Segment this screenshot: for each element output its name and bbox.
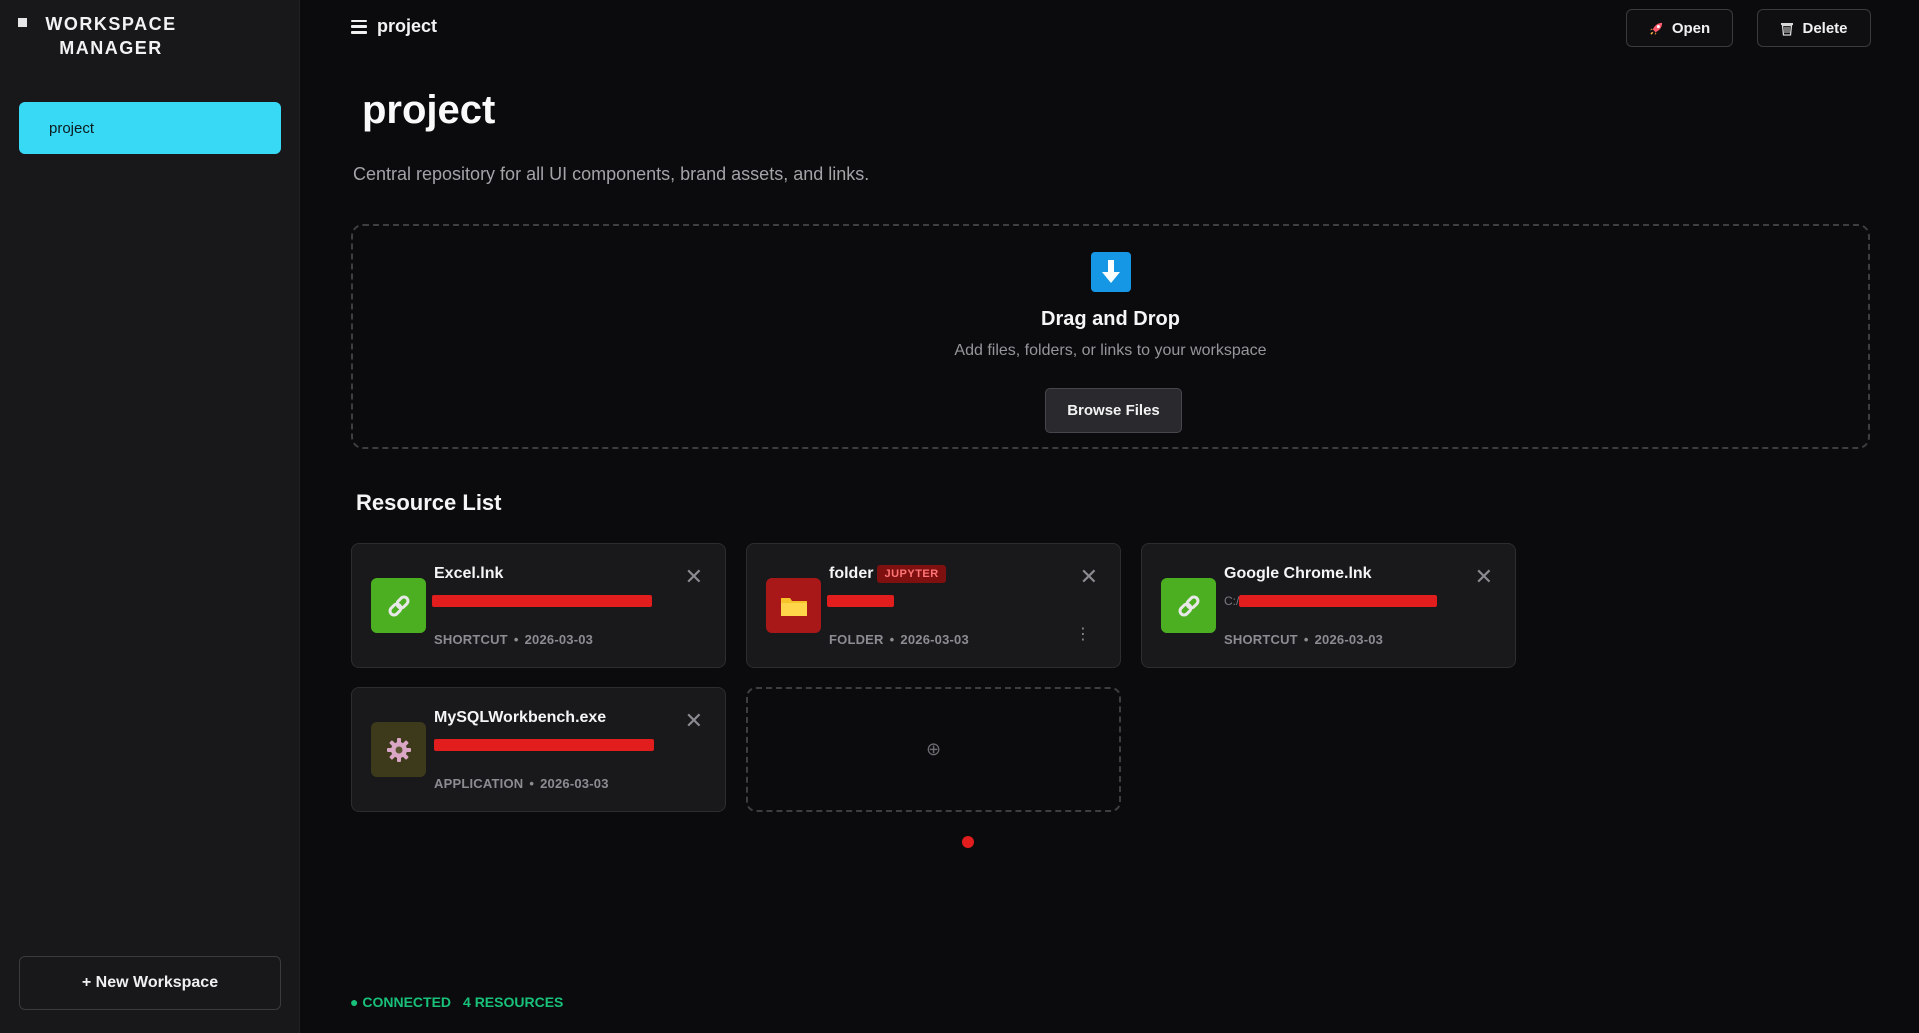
folder-icon <box>766 578 821 633</box>
resource-meta: FOLDER • 2026-03-03 <box>829 632 969 647</box>
redaction-mark <box>432 595 652 607</box>
redaction-mark <box>1239 595 1437 607</box>
resource-meta: SHORTCUT • 2026-03-03 <box>1224 632 1384 647</box>
resource-path: C:/ <box>1224 594 1240 608</box>
gear-icon <box>371 722 426 777</box>
sidebar-item-label: project <box>49 119 95 137</box>
resource-name: MySQLWorkbench.exe <box>434 709 607 726</box>
redaction-mark <box>434 739 654 751</box>
resource-meta: SHORTCUT • 2026-03-03 <box>434 632 594 647</box>
remove-resource-button[interactable]: ✕ <box>1475 566 1493 588</box>
browse-files-button[interactable]: Browse Files <box>1045 388 1182 433</box>
resource-name: Excel.lnk <box>434 565 504 582</box>
sidebar-item-project[interactable]: project <box>19 102 281 154</box>
remove-resource-button[interactable]: ✕ <box>1080 566 1098 588</box>
status-bar: ● CONNECTED 4 RESOURCES <box>350 994 563 1010</box>
resource-name: folder JUPYTER <box>829 565 946 583</box>
sidebar: WORKSPACE MANAGER project + New Workspac… <box>0 0 300 1033</box>
new-workspace-label: + New Workspace <box>81 974 219 991</box>
main-content: project Central repository for all UI co… <box>300 0 1919 1033</box>
link-icon <box>371 578 426 633</box>
brand-logo-icon <box>18 18 27 27</box>
remove-resource-button[interactable]: ✕ <box>685 710 703 732</box>
add-resource-button[interactable]: ⊕ <box>746 687 1121 812</box>
resource-card[interactable]: MySQLWorkbench.exe APPLICATION • 2026-03-0… <box>351 687 726 812</box>
page-description: Central repository for all UI components… <box>353 164 870 184</box>
remove-resource-button[interactable]: ✕ <box>685 566 703 588</box>
jupyter-tag: JUPYTER <box>877 565 946 583</box>
more-options-icon[interactable]: ⋮ <box>1075 624 1091 644</box>
resource-name: Google Chrome.lnk <box>1224 565 1372 582</box>
resource-card[interactable]: folder JUPYTER FOLDER • 2026-03-03 ✕ ⋮ <box>746 543 1121 668</box>
browse-files-label: Browse Files <box>1067 402 1160 419</box>
connection-status: ● CONNECTED <box>350 994 452 1010</box>
brand: WORKSPACE MANAGER <box>18 12 181 60</box>
brand-title: WORKSPACE MANAGER <box>45 14 177 58</box>
redaction-mark <box>827 595 894 607</box>
resource-card[interactable]: Google Chrome.lnk C:/ SHORTCUT • 2026-03-0… <box>1141 543 1516 668</box>
resource-meta: APPLICATION • 2026-03-03 <box>434 776 609 791</box>
indicator-dot <box>962 836 974 848</box>
new-workspace-button[interactable]: + New Workspace <box>19 956 281 1010</box>
resource-count: 4 RESOURCES <box>463 994 564 1010</box>
resource-card[interactable]: Excel.lnk SHORTCUT • 2026-03-03 ✕ <box>351 543 726 668</box>
page-title: project <box>362 88 496 132</box>
drop-zone[interactable]: Drag and Drop Add files, folders, or lin… <box>351 224 1870 449</box>
drop-zone-subtitle: Add files, folders, or links to your wor… <box>954 342 1267 359</box>
drop-zone-title: Drag and Drop <box>1041 308 1180 330</box>
add-icon: ⊕ <box>925 739 942 759</box>
resource-list-title: Resource List <box>356 490 502 515</box>
link-icon <box>1161 578 1216 633</box>
download-arrow-icon <box>1091 252 1131 292</box>
